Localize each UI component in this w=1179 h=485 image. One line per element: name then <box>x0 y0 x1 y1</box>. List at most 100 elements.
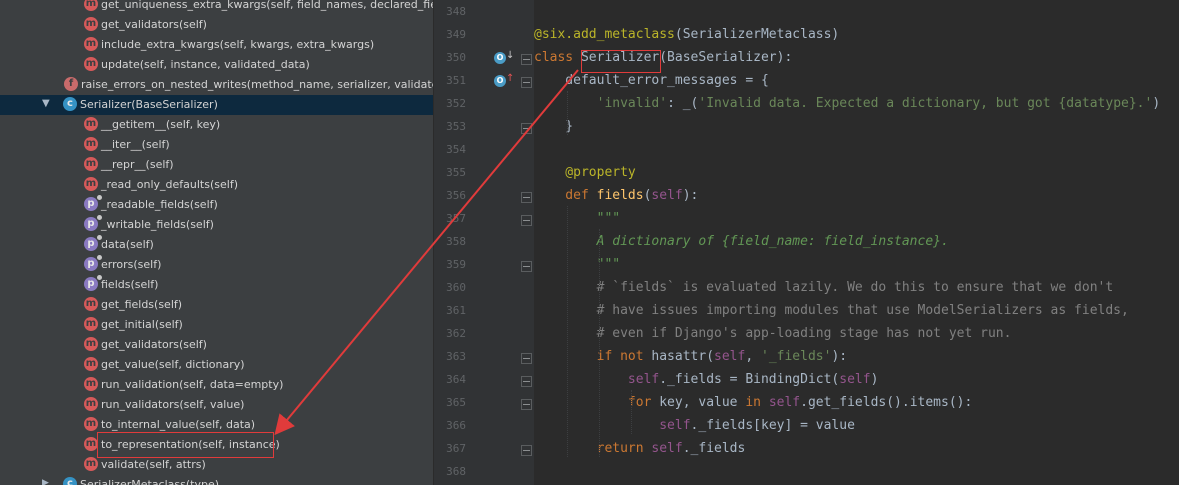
code-token: self <box>534 372 660 387</box>
code-token: ) <box>1152 96 1161 111</box>
arrow-down-icon: ↓ <box>506 50 515 61</box>
code-line[interactable]: return self._fields <box>534 439 746 459</box>
code-token: if not <box>534 349 652 364</box>
structure-item[interactable]: p _writable_fields(self) <box>0 215 433 235</box>
expand-arrow-right-icon[interactable]: ▶ <box>42 478 49 485</box>
code-token: ._fields = BindingDict( <box>659 372 840 387</box>
property-icon: p <box>84 235 102 251</box>
structure-item-label: get_validators(self) <box>101 18 207 31</box>
fold-marker-icon[interactable] <box>521 353 532 364</box>
fold-marker-icon[interactable] <box>521 376 532 387</box>
method-icon: m <box>84 397 98 411</box>
code-token: def <box>534 188 597 203</box>
code-line[interactable]: """ <box>534 209 620 229</box>
fold-marker-icon[interactable] <box>521 77 532 88</box>
subclassed-marker-icon[interactable]: O <box>494 52 506 64</box>
line-number: 355 <box>446 166 466 179</box>
code-line[interactable]: self._fields = BindingDict(self) <box>534 370 878 390</box>
structure-item[interactable]: m get_initial(self) <box>0 315 433 335</box>
code-line[interactable]: class Serializer(BaseSerializer): <box>534 48 792 68</box>
fold-marker-icon[interactable] <box>521 123 532 134</box>
structure-item[interactable]: p data(self) <box>0 235 433 255</box>
structure-item[interactable]: m get_validators(self) <box>0 15 433 35</box>
code-token: # `fields` is evaluated lazily. We do th… <box>534 280 1114 295</box>
fold-marker-icon[interactable] <box>521 215 532 226</box>
method-icon: m <box>84 117 98 131</box>
code-line[interactable]: @property <box>534 163 635 183</box>
structure-item[interactable]: m get_uniqueness_extra_kwargs(self, field… <box>0 0 433 15</box>
structure-item[interactable]: ▼ c Serializer(BaseSerializer) <box>0 95 433 115</box>
overrides-marker-icon[interactable]: O <box>494 75 506 87</box>
annotation-box-to-representation <box>97 432 274 458</box>
structure-item-label: to_internal_value(self, data) <box>101 418 256 431</box>
method-icon: m <box>84 417 98 431</box>
code-token: return <box>534 441 652 456</box>
structure-item[interactable]: m update(self, instance, validated_data) <box>0 55 433 75</box>
structure-item-label: SerializerMetaclass(type) <box>80 478 220 485</box>
code-token: @six.add_metaclass <box>534 27 675 42</box>
code-token: A dictionary of {field_name: field_insta… <box>534 234 949 249</box>
code-line[interactable]: # have issues importing modules that use… <box>534 301 1129 321</box>
code-line[interactable]: 'invalid': _('Invalid data. Expected a d… <box>534 94 1161 114</box>
structure-item-label: get_initial(self) <box>101 318 183 331</box>
code-line[interactable]: # even if Django's app-loading stage has… <box>534 324 1012 344</box>
structure-item[interactable]: m _read_only_defaults(self) <box>0 175 433 195</box>
structure-item[interactable]: m get_validators(self) <box>0 335 433 355</box>
fold-marker-icon[interactable] <box>521 399 532 410</box>
method-icon: m <box>84 157 98 171</box>
structure-item[interactable]: m get_value(self, dictionary) <box>0 355 433 375</box>
code-token: : _( <box>667 96 699 111</box>
arrow-up-icon: ↑ <box>506 73 515 84</box>
code-line[interactable]: @six.add_metaclass(SerializerMetaclass) <box>534 25 839 45</box>
structure-item-label: raise_errors_on_nested_writes(method_nam… <box>81 78 433 91</box>
structure-item[interactable]: m __repr__(self) <box>0 155 433 175</box>
structure-item[interactable]: p errors(self) <box>0 255 433 275</box>
code-token: 'Invalid data. Expected a dictionary, bu… <box>698 96 1153 111</box>
code-token: self <box>651 188 683 203</box>
code-line[interactable]: A dictionary of {field_name: field_insta… <box>534 232 949 252</box>
code-line[interactable]: def fields(self): <box>534 186 698 206</box>
structure-item[interactable]: m run_validators(self, value) <box>0 395 433 415</box>
expand-arrow-down-icon[interactable]: ▼ <box>42 98 50 109</box>
code-line[interactable]: # `fields` is evaluated lazily. We do th… <box>534 278 1114 298</box>
method-icon: m <box>84 437 98 451</box>
structure-item[interactable]: f raise_errors_on_nested_writes(method_na… <box>0 75 433 95</box>
structure-item[interactable]: ▶ c SerializerMetaclass(type) <box>0 475 433 485</box>
code-token: default_error_messages = { <box>534 73 769 88</box>
fold-marker-icon[interactable] <box>521 192 532 203</box>
structure-item[interactable]: m get_fields(self) <box>0 295 433 315</box>
structure-item[interactable]: m __getitem__(self, key) <box>0 115 433 135</box>
structure-item[interactable]: m validate(self, attrs) <box>0 455 433 475</box>
line-number: 359 <box>446 258 466 271</box>
indent-guide <box>599 229 600 457</box>
structure-item-label: fields(self) <box>101 278 159 291</box>
structure-item[interactable]: m include_extra_kwargs(self, kwargs, extr… <box>0 35 433 55</box>
structure-item-label: get_uniqueness_extra_kwargs(self, field_… <box>101 0 433 11</box>
fold-marker-icon[interactable] <box>521 54 532 65</box>
code-token: ): <box>682 188 699 203</box>
fold-marker-icon[interactable] <box>521 261 532 272</box>
method-icon: m <box>84 377 98 391</box>
structure-item[interactable]: p _readable_fields(self) <box>0 195 433 215</box>
class-icon: c <box>63 477 77 485</box>
structure-item[interactable]: m __iter__(self) <box>0 135 433 155</box>
structure-item-label: data(self) <box>101 238 154 251</box>
line-number: 362 <box>446 327 466 340</box>
code-token: hasattr( <box>651 349 715 364</box>
line-number: 364 <box>446 373 466 386</box>
structure-item-label: __getitem__(self, key) <box>101 118 221 131</box>
fold-marker-icon[interactable] <box>521 445 532 456</box>
structure-item[interactable]: p fields(self) <box>0 275 433 295</box>
method-icon: m <box>84 17 98 31</box>
code-token: self <box>534 418 691 433</box>
code-token: # even if Django's app-loading stage has… <box>534 326 1012 341</box>
code-line[interactable]: if not hasattr(self, '_fields'): <box>534 347 848 367</box>
code-line[interactable]: """ <box>534 255 620 275</box>
code-line[interactable]: self._fields[key] = value <box>534 416 855 436</box>
structure-item-label: include_extra_kwargs(self, kwargs, extra… <box>101 38 375 51</box>
code-line[interactable]: default_error_messages = { <box>534 71 769 91</box>
code-token: 'invalid' <box>596 96 668 111</box>
structure-item-label: __iter__(self) <box>101 138 170 151</box>
structure-item[interactable]: m run_validation(self, data=empty) <box>0 375 433 395</box>
